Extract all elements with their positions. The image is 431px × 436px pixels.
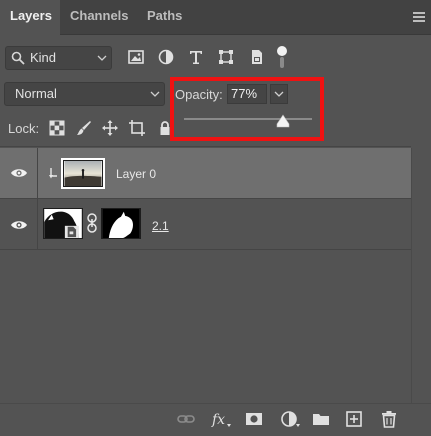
filter-adjustment-icon[interactable] <box>157 48 175 66</box>
tab-bar: Layers Channels Paths <box>0 0 431 35</box>
list-top-divider <box>0 146 411 147</box>
layer-name: 2.1 <box>152 219 169 233</box>
visibility-separator <box>37 148 38 198</box>
row-divider <box>0 249 411 250</box>
tab-layers[interactable]: Layers <box>0 0 60 35</box>
panel-menu-icon[interactable] <box>413 12 425 22</box>
chevron-down-icon <box>150 91 160 97</box>
link-layers-icon[interactable] <box>177 410 195 428</box>
new-layer-icon[interactable] <box>345 410 363 428</box>
layer-row-2-1[interactable]: 2.1 <box>0 199 411 249</box>
filter-type-icon[interactable] <box>187 48 205 66</box>
search-icon <box>11 51 25 65</box>
layer-mask-thumbnail[interactable] <box>101 208 141 239</box>
svg-text:fx: fx <box>211 412 225 428</box>
new-group-folder-icon[interactable] <box>312 410 330 428</box>
delete-layer-trash-icon[interactable] <box>380 410 398 428</box>
filter-shape-icon[interactable] <box>217 48 235 66</box>
layers-scrollbar[interactable] <box>411 148 431 403</box>
layer-style-fx-icon[interactable]: fx <box>211 410 233 428</box>
lock-position-move-icon[interactable] <box>102 120 118 136</box>
opacity-slider-thumb[interactable] <box>276 114 290 128</box>
lock-transparent-pixels-icon[interactable] <box>49 120 65 136</box>
filter-kind-label: Kind <box>30 50 57 65</box>
layer-thumbnail-silhouette <box>43 208 83 239</box>
opacity-slider-track[interactable] <box>184 118 312 120</box>
lock-all-icon[interactable] <box>157 120 173 136</box>
clipping-mask-arrow-icon <box>49 168 57 179</box>
lock-artboard-icon[interactable] <box>129 120 145 136</box>
opacity-label: Opacity: <box>175 87 223 102</box>
chevron-down-icon <box>274 91 284 97</box>
new-fill-adjustment-layer-icon[interactable] <box>280 410 302 428</box>
lock-image-pixels-brush-icon[interactable] <box>76 120 92 136</box>
layers-panel: Layers Channels Paths Kind Normal Opacit… <box>0 0 431 436</box>
filter-kind-select[interactable]: Kind <box>5 46 112 70</box>
filter-pixel-image-icon[interactable] <box>127 48 145 66</box>
lock-label: Lock: <box>8 121 40 136</box>
mask-link-chain-icon[interactable] <box>86 213 98 233</box>
opacity-dropdown-button[interactable] <box>270 84 288 104</box>
tab-channels[interactable]: Channels <box>60 0 137 34</box>
chevron-down-icon <box>97 55 107 61</box>
filter-smart-object-icon[interactable] <box>248 48 266 66</box>
layer-name: Layer 0 <box>116 167 157 181</box>
blend-mode-select[interactable]: Normal <box>4 82 165 106</box>
layer-row-layer-0[interactable]: Layer 0 <box>0 148 411 198</box>
eye-visibility-icon[interactable] <box>10 167 28 179</box>
visibility-separator <box>37 199 38 249</box>
layer-thumbnail-landscape <box>63 160 103 187</box>
opacity-input[interactable]: 77% <box>227 84 267 104</box>
filter-toggle-icon[interactable] <box>275 44 289 70</box>
eye-visibility-icon[interactable] <box>10 219 28 231</box>
blend-mode-value: Normal <box>15 86 57 101</box>
tab-paths[interactable]: Paths <box>137 0 189 34</box>
add-layer-mask-icon[interactable] <box>245 410 263 428</box>
